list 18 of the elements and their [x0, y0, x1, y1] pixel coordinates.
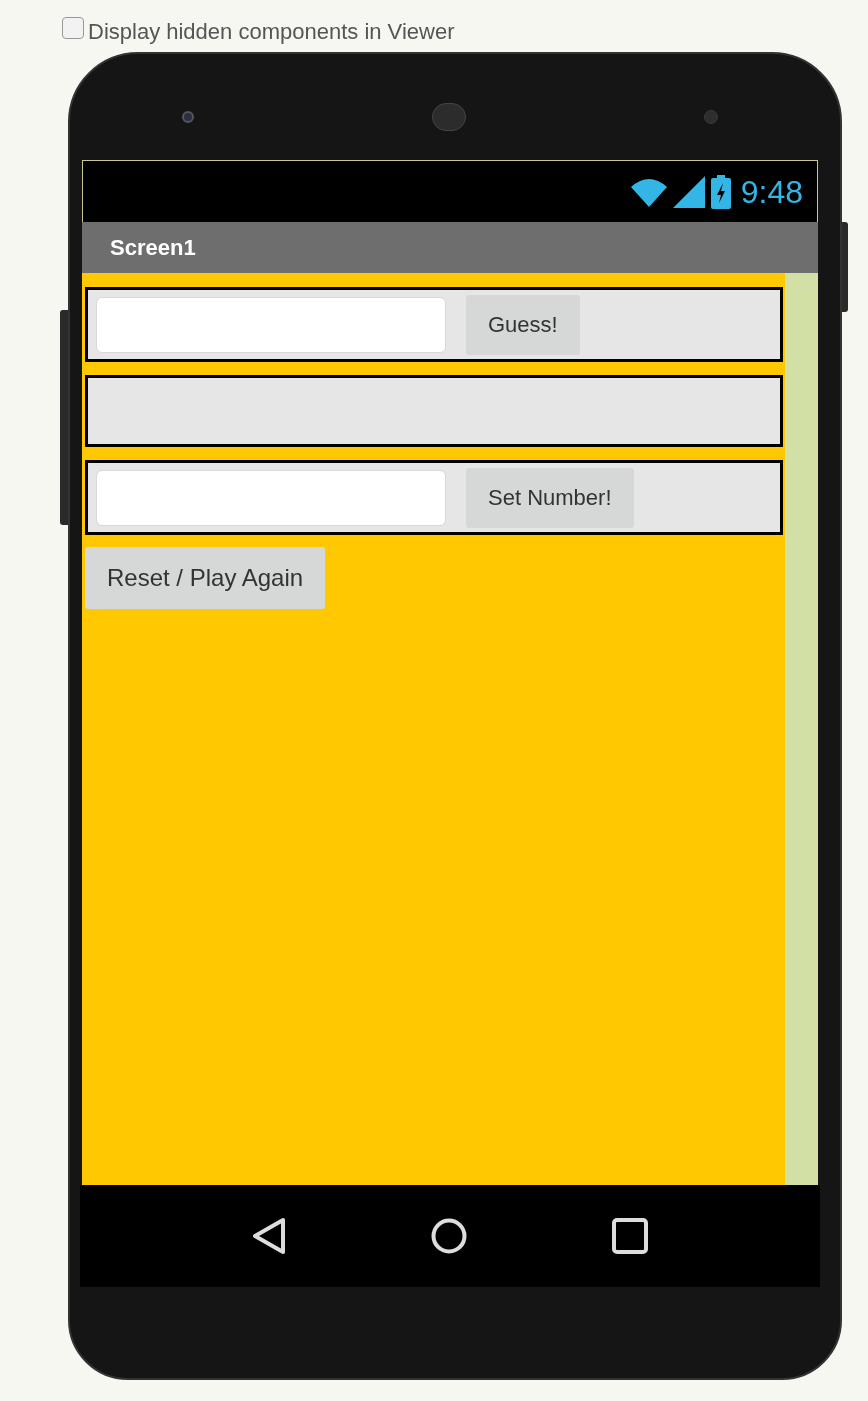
status-time: 9:48	[740, 172, 803, 212]
reset-button[interactable]: Reset / Play Again	[85, 547, 326, 609]
recents-icon	[611, 1218, 648, 1254]
wifi-icon	[630, 176, 667, 207]
signal-icon	[672, 175, 705, 208]
speaker-grille-icon	[432, 103, 466, 131]
app-button[interactable]: Set Number!	[466, 467, 634, 528]
checkbox-label: Display hidden components in Viewer	[88, 17, 455, 46]
back-icon	[252, 1217, 287, 1255]
screen-title: Screen1	[110, 234, 196, 262]
sensor-icon	[704, 110, 718, 124]
checkbox[interactable]	[62, 17, 84, 39]
text-input-field[interactable]	[96, 469, 446, 526]
battery-icon	[710, 174, 731, 209]
app-button[interactable]: Guess!	[466, 294, 580, 355]
front-camera-icon	[182, 111, 194, 123]
text-input-field[interactable]	[96, 296, 446, 353]
home-icon	[431, 1218, 467, 1254]
